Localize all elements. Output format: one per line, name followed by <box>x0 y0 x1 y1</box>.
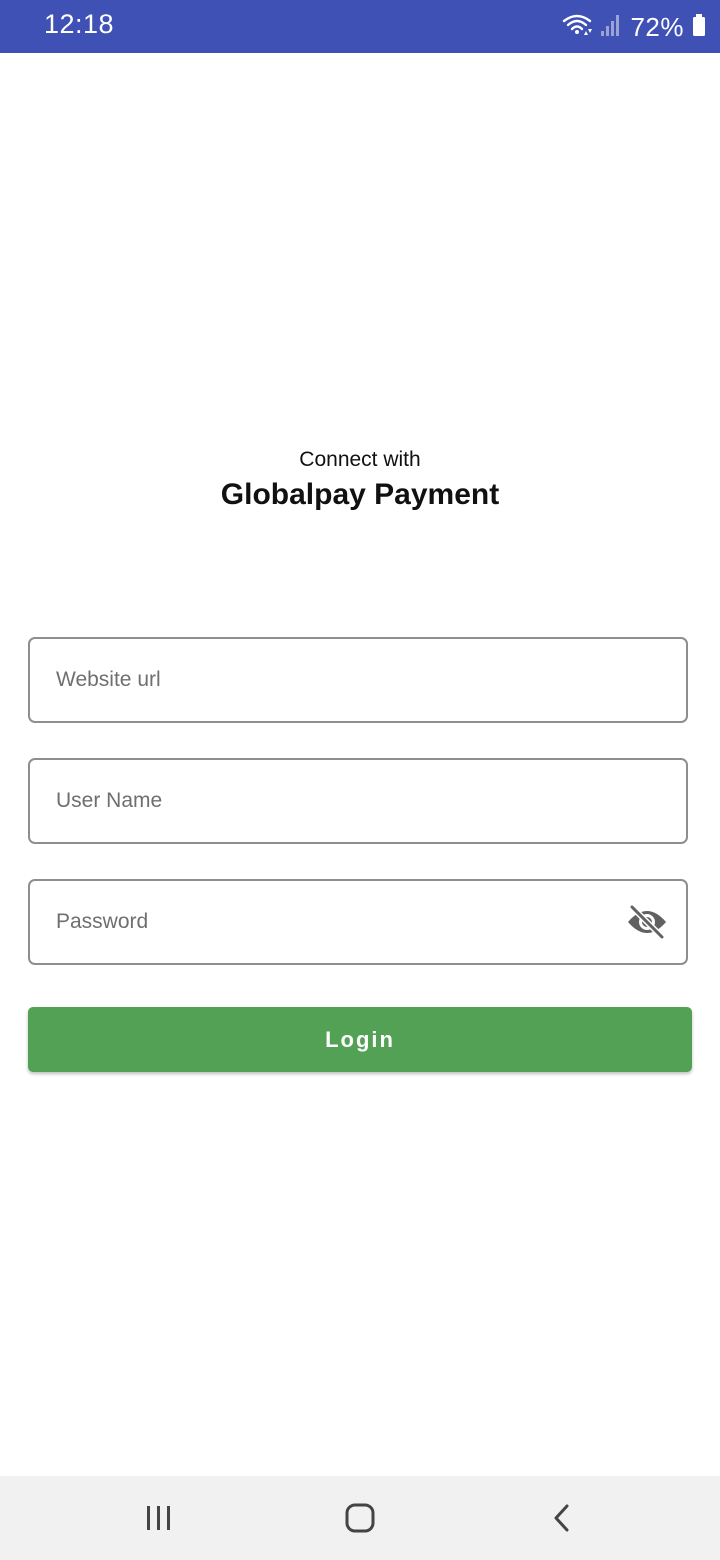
signal-icon <box>600 13 622 42</box>
system-nav-bar <box>0 1476 720 1560</box>
wifi-icon <box>562 13 593 42</box>
app-title: Globalpay Payment <box>220 478 500 511</box>
status-icons: 72% <box>562 8 706 46</box>
connect-header: Connect with Globalpay Payment <box>0 448 720 512</box>
website-url-input[interactable] <box>56 639 616 721</box>
login-screen: 12:18 72% Connect with Globalpay Payment… <box>0 0 720 1560</box>
password-input[interactable] <box>56 881 616 963</box>
user-name-field[interactable] <box>28 758 688 844</box>
battery-icon <box>692 13 706 42</box>
user-name-input[interactable] <box>56 760 616 842</box>
eye-off-icon[interactable] <box>626 903 668 941</box>
battery-percent: 72% <box>630 11 684 42</box>
back-icon[interactable] <box>540 1496 584 1540</box>
login-button[interactable]: Login <box>28 1007 692 1072</box>
status-bar: 12:18 72% <box>0 0 720 53</box>
home-icon[interactable] <box>338 1496 382 1540</box>
recents-icon[interactable] <box>137 1496 181 1540</box>
status-time: 12:18 <box>44 9 115 39</box>
connect-subtitle: Connect with <box>299 448 421 471</box>
password-field[interactable] <box>28 879 688 965</box>
website-url-field[interactable] <box>28 637 688 723</box>
